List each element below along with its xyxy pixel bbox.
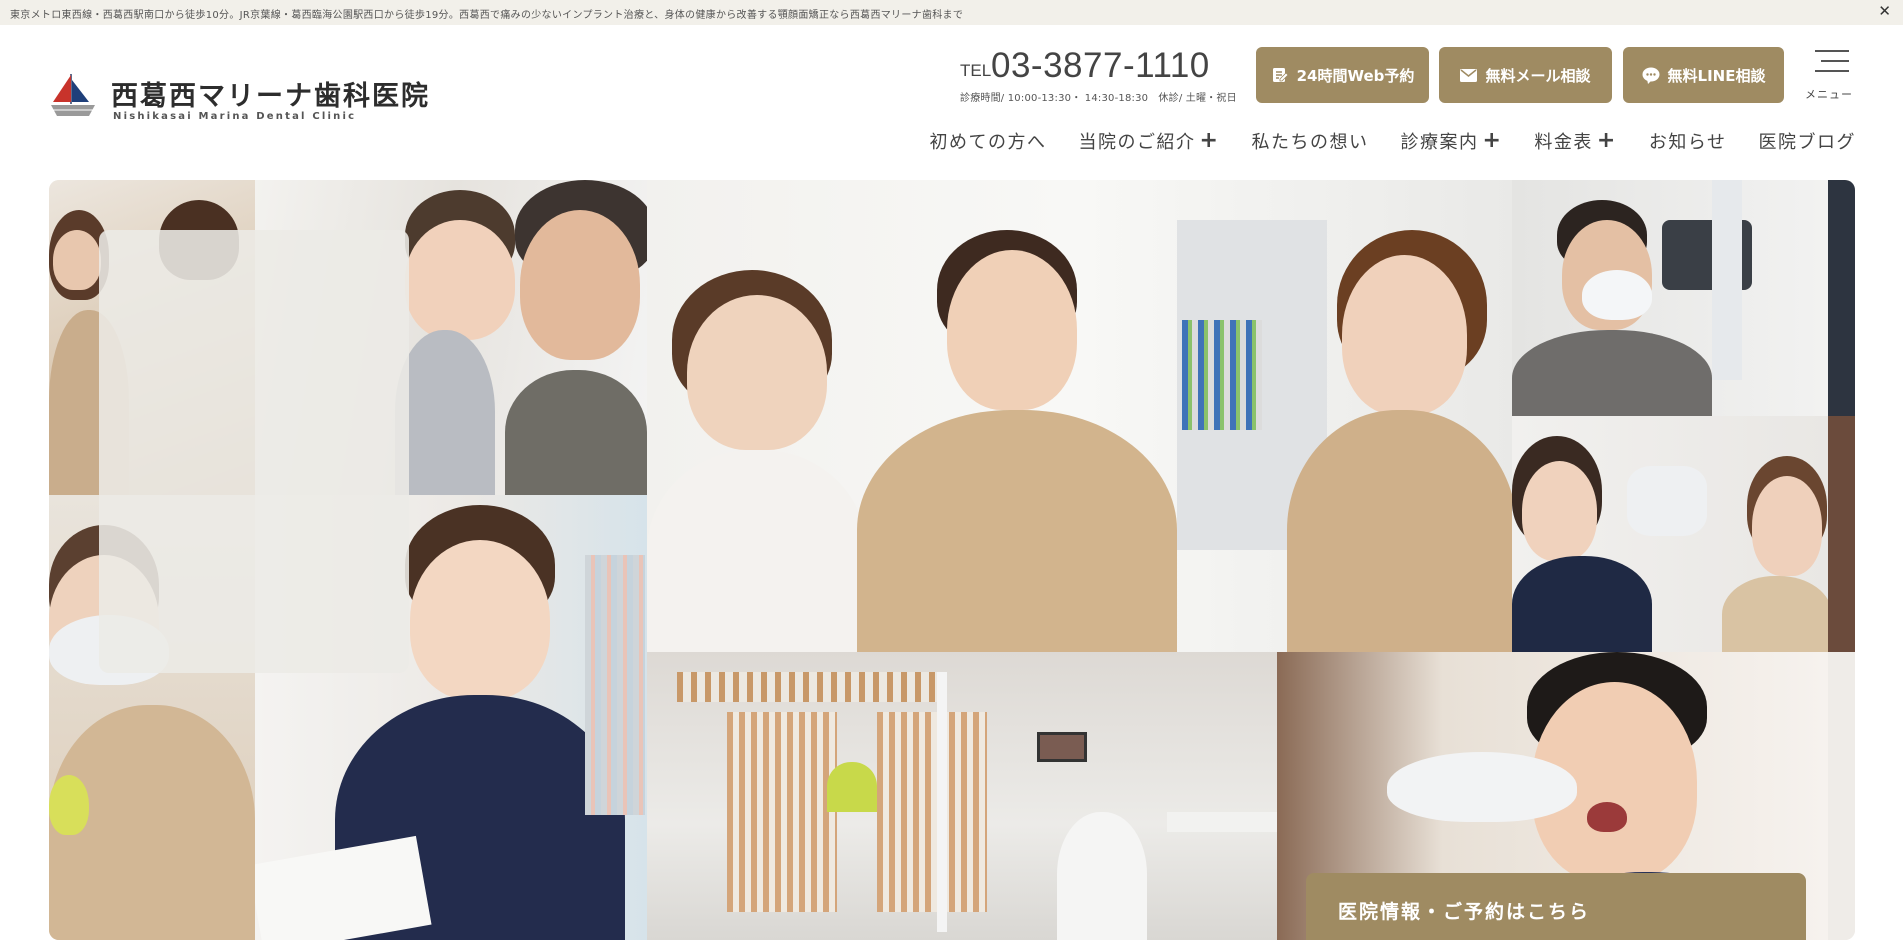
email-consult-button[interactable]: 無料メール相談: [1439, 47, 1612, 103]
calendar-edit-icon: [1271, 66, 1289, 84]
line-consult-button[interactable]: 無料LINE相談: [1623, 47, 1784, 103]
clinic-info-reservation-banner[interactable]: 医院情報・ご予約はこちら: [1306, 873, 1806, 940]
nav-label: 私たちの想い: [1251, 132, 1369, 153]
nav-first-visit[interactable]: 初めての方へ: [930, 128, 1047, 154]
nav-label: 初めての方へ: [929, 132, 1047, 153]
logo-title: 西葛西マリーナ歯科医院: [111, 81, 430, 112]
hamburger-line: [1821, 60, 1849, 62]
nav-label: 料金表: [1534, 132, 1593, 153]
tel-prefix: TEL: [960, 61, 992, 80]
nav-price[interactable]: 料金表 +: [1534, 128, 1616, 154]
top-announcement-bar: 東京メトロ東西線・西葛西駅南口から徒歩10分。JR京葉線・葛西臨海公園駅西口から…: [0, 0, 1903, 25]
menu-button[interactable]: メニュー: [1802, 48, 1856, 101]
nav-our-thoughts[interactable]: 私たちの想い: [1251, 128, 1368, 154]
photo-treatment-room: [647, 652, 1277, 940]
plus-icon: +: [1199, 128, 1220, 153]
nav-label: お知らせ: [1648, 132, 1727, 153]
sailboat-logo-icon: [51, 74, 95, 116]
hero-info-panel: [99, 230, 409, 673]
photo-staff-pair: [1512, 416, 1828, 652]
email-consult-label: 無料メール相談: [1485, 66, 1591, 85]
photo-edge-right-mid: [1828, 416, 1855, 652]
line-consult-label: 無料LINE相談: [1667, 66, 1766, 85]
hamburger-icon: [1815, 50, 1849, 52]
web-reservation-label: 24時間Web予約: [1296, 66, 1415, 85]
mail-icon: [1460, 68, 1478, 82]
banner-label: 医院情報・ご予約はこちら: [1338, 901, 1591, 923]
plus-icon: +: [1482, 128, 1503, 153]
nav-news[interactable]: お知らせ: [1649, 128, 1727, 154]
close-icon[interactable]: ✕: [1878, 2, 1891, 20]
logo-subtitle: Nishikasai Marina Dental Clinic: [113, 111, 357, 122]
hero-photo-collage: 医院情報・ご予約はこちら: [49, 180, 1855, 940]
hamburger-line: [1815, 70, 1849, 72]
web-reservation-button[interactable]: 24時間Web予約: [1256, 47, 1429, 103]
nav-label: 当院のご紹介: [1078, 132, 1196, 153]
photo-staff-group: [647, 180, 1512, 652]
nav-label: 診療案内: [1400, 132, 1479, 153]
nav-blog[interactable]: 医院ブログ: [1759, 128, 1857, 154]
photo-edge-right-top: [1828, 180, 1855, 416]
main-nav: 初めての方へ 当院のご紹介 + 私たちの想い 診療案内 + 料金表 + お知らせ 医院…: [898, 128, 1856, 154]
clinic-hours: 診療時間/ 10:00-13:30・ 14:30-18:30 休診/ 土曜・祝日: [960, 93, 1237, 104]
photo-edge-right-bottom: [1828, 652, 1855, 940]
site-logo[interactable]: 西葛西マリーナ歯科医院 Nishikasai Marina Dental Cli…: [49, 72, 449, 132]
plus-icon: +: [1596, 128, 1617, 153]
photo-dentist-microscope: [1512, 180, 1828, 416]
contact-tel[interactable]: TEL 03-3877-1110 診療時間/ 10:00-13:30・ 14:3…: [960, 46, 1250, 106]
tel-number[interactable]: 03-3877-1110: [991, 46, 1210, 86]
nav-label: 医院ブログ: [1758, 132, 1856, 153]
nav-treatments[interactable]: 診療案内 +: [1400, 128, 1502, 154]
menu-label: メニュー: [1805, 88, 1853, 101]
line-chat-icon: [1642, 67, 1660, 84]
nav-about[interactable]: 当院のご紹介 +: [1079, 128, 1220, 154]
announcement-text: 東京メトロ東西線・西葛西駅南口から徒歩10分。JR京葉線・葛西臨海公園駅西口から…: [10, 10, 964, 21]
